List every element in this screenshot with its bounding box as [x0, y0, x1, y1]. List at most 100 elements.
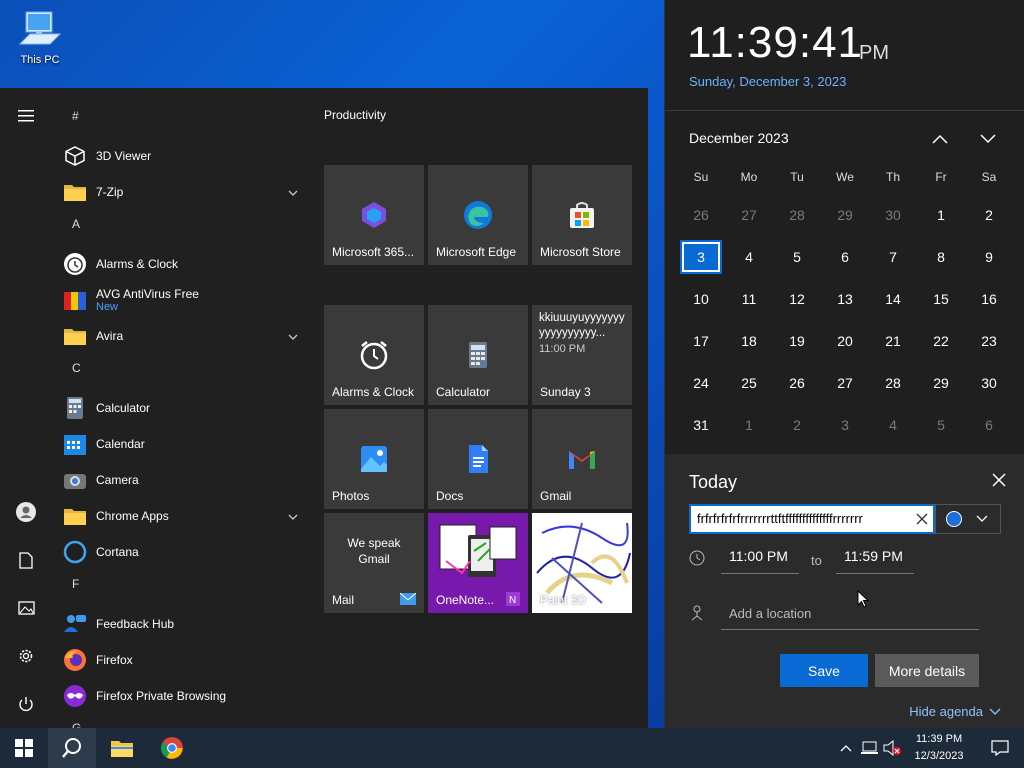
app-list-item[interactable]: AVG AntiVirus Free New — [52, 282, 312, 318]
calendar-day[interactable]: 7 — [869, 236, 917, 278]
clock-long-date[interactable]: Sunday, December 3, 2023 — [689, 74, 846, 89]
clear-input-icon[interactable] — [915, 512, 929, 526]
next-month-button[interactable] — [977, 128, 999, 150]
calendar-day[interactable]: 26 — [677, 194, 725, 236]
calendar-day[interactable]: 23 — [965, 320, 1013, 362]
volume-button[interactable] — [880, 728, 904, 768]
chevron-down-icon[interactable] — [288, 329, 298, 343]
calendar-day[interactable]: 19 — [773, 320, 821, 362]
app-list-item[interactable]: Firefox — [52, 642, 312, 678]
close-icon[interactable] — [991, 472, 1007, 488]
action-center-button[interactable] — [976, 728, 1024, 768]
calendar-day[interactable]: 2 — [773, 404, 821, 446]
location-input[interactable]: Add a location — [721, 600, 979, 630]
tile-alarms-clock[interactable]: Alarms & Clock — [324, 305, 424, 405]
calendar-day[interactable]: 8 — [917, 236, 965, 278]
calendar-day[interactable]: 10 — [677, 278, 725, 320]
chrome-button[interactable] — [148, 728, 196, 768]
calendar-day[interactable]: 11 — [725, 278, 773, 320]
chevron-down-icon[interactable] — [288, 509, 298, 523]
calendar-day[interactable]: 29 — [821, 194, 869, 236]
end-time-picker[interactable]: 11:59 PM — [836, 548, 914, 574]
calendar-day[interactable]: 22 — [917, 320, 965, 362]
hide-agenda-link[interactable]: Hide agenda — [909, 704, 1001, 719]
calendar-day-today[interactable]: 3 — [680, 240, 722, 274]
calendar-day[interactable]: 24 — [677, 362, 725, 404]
calendar-day[interactable]: 18 — [725, 320, 773, 362]
settings-button[interactable] — [10, 640, 42, 672]
user-account-button[interactable] — [10, 496, 42, 528]
calendar-day[interactable]: 2 — [965, 194, 1013, 236]
network-button[interactable] — [858, 728, 880, 768]
tile-docs[interactable]: Docs — [428, 409, 528, 509]
tile-calendar-live[interactable]: kkiuuuyuyyyyyyyyyyyyyyyyy... 11:00 PM Su… — [532, 305, 632, 405]
tile-microsoft-store[interactable]: Microsoft Store — [532, 165, 632, 265]
calendar-day[interactable]: 21 — [869, 320, 917, 362]
calendar-day[interactable]: 9 — [965, 236, 1013, 278]
this-pc-shortcut[interactable]: This PC — [12, 8, 68, 66]
app-list-item[interactable]: Alarms & Clock — [52, 246, 312, 282]
tile-mail[interactable]: We speak Gmail Mail — [324, 513, 424, 613]
calendar-month-label[interactable]: December 2023 — [689, 130, 789, 146]
start-time-picker[interactable]: 11:00 PM — [721, 548, 799, 574]
tile-onenote[interactable]: N OneNote... — [428, 513, 528, 613]
app-list-item[interactable]: Firefox Private Browsing — [52, 678, 312, 714]
search-button[interactable] — [48, 728, 96, 768]
calendar-day[interactable]: 28 — [869, 362, 917, 404]
calendar-day[interactable]: 5 — [917, 404, 965, 446]
app-list-item[interactable]: Calculator — [52, 390, 312, 426]
tile-gmail[interactable]: Gmail — [532, 409, 632, 509]
start-button[interactable] — [0, 728, 48, 768]
taskbar-clock[interactable]: 11:39 PM 12/3/2023 — [906, 731, 972, 765]
app-list-item[interactable]: 7-Zip — [52, 174, 312, 210]
file-explorer-button[interactable] — [98, 728, 146, 768]
section-letter[interactable]: G — [52, 714, 312, 728]
app-list-item[interactable]: Avira — [52, 318, 312, 354]
app-list-item[interactable]: Calendar — [52, 426, 312, 462]
calendar-day[interactable]: 1 — [917, 194, 965, 236]
calendar-day[interactable]: 28 — [773, 194, 821, 236]
calendar-day[interactable]: 31 — [677, 404, 725, 446]
calendar-day[interactable]: 12 — [773, 278, 821, 320]
save-button[interactable]: Save — [780, 654, 868, 687]
chevron-down-icon[interactable] — [288, 185, 298, 199]
calendar-day[interactable]: 30 — [869, 194, 917, 236]
calendar-day[interactable]: 4 — [869, 404, 917, 446]
expand-menu-button[interactable] — [10, 100, 42, 132]
calendar-day[interactable]: 20 — [821, 320, 869, 362]
calendar-day[interactable]: 29 — [917, 362, 965, 404]
calendar-day[interactable]: 30 — [965, 362, 1013, 404]
calendar-day[interactable]: 27 — [725, 194, 773, 236]
section-letter[interactable]: # — [52, 102, 312, 138]
app-list-item[interactable]: 3D Viewer — [52, 138, 312, 174]
calendar-day[interactable]: 1 — [725, 404, 773, 446]
documents-button[interactable] — [10, 544, 42, 576]
tile-photos[interactable]: Photos — [324, 409, 424, 509]
tile-microsoft-365[interactable]: Microsoft 365... — [324, 165, 424, 265]
app-list-item[interactable]: Feedback Hub — [52, 606, 312, 642]
event-color-picker[interactable] — [935, 504, 1001, 534]
calendar-day[interactable]: 3 — [821, 404, 869, 446]
tile-microsoft-edge[interactable]: Microsoft Edge — [428, 165, 528, 265]
tile-paint-3d[interactable]: Paint 3D — [532, 513, 632, 613]
calendar-day[interactable]: 15 — [917, 278, 965, 320]
calendar-day[interactable]: 13 — [821, 278, 869, 320]
section-letter[interactable]: A — [52, 210, 312, 246]
calendar-day[interactable]: 4 — [725, 236, 773, 278]
calendar-day[interactable]: 25 — [725, 362, 773, 404]
more-details-button[interactable]: More details — [875, 654, 979, 687]
calendar-day[interactable]: 16 — [965, 278, 1013, 320]
calendar-day[interactable]: 26 — [773, 362, 821, 404]
tile-calculator[interactable]: Calculator — [428, 305, 528, 405]
calendar-day[interactable]: 14 — [869, 278, 917, 320]
pictures-button[interactable] — [10, 592, 42, 624]
power-button[interactable] — [10, 688, 42, 720]
calendar-day[interactable]: 6 — [965, 404, 1013, 446]
event-title-input[interactable]: frfrfrfrfrfrrrrrrrttftffffffffffffffrrrr… — [689, 504, 935, 534]
section-letter[interactable]: F — [52, 570, 312, 606]
calendar-day[interactable]: 6 — [821, 236, 869, 278]
calendar-day[interactable]: 5 — [773, 236, 821, 278]
section-letter[interactable]: C — [52, 354, 312, 390]
previous-month-button[interactable] — [929, 128, 951, 150]
calendar-day[interactable]: 17 — [677, 320, 725, 362]
